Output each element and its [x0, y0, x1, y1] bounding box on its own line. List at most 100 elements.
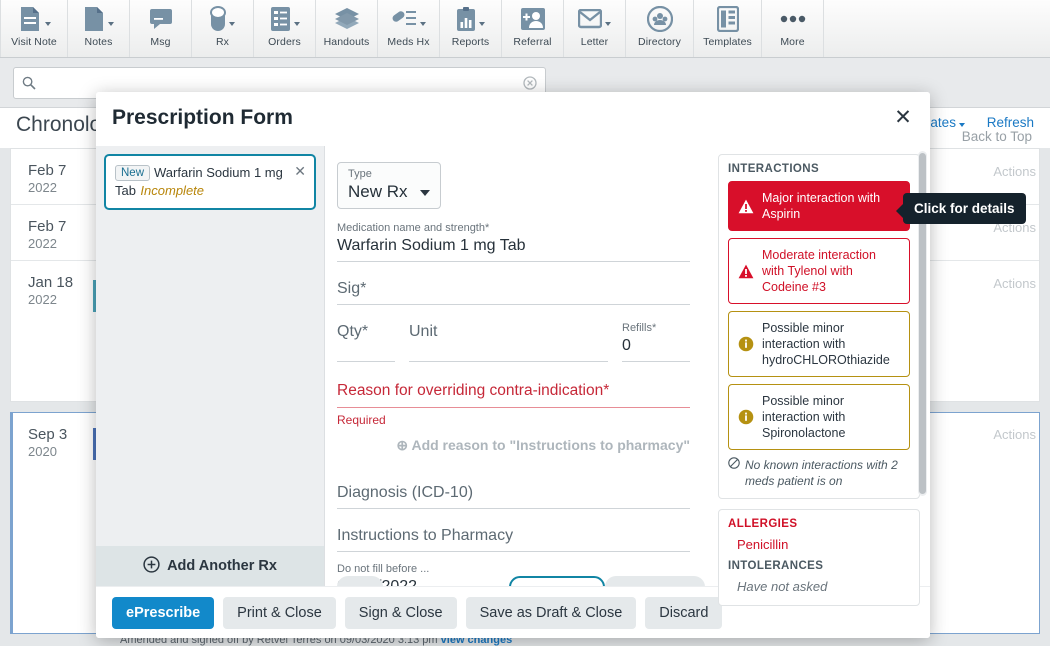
ellipsis-icon	[780, 5, 806, 33]
chevron-down-icon	[419, 190, 430, 196]
interaction-tooltip: Click for details	[896, 193, 1026, 224]
chrono-date-month: Feb 7	[28, 218, 67, 235]
interaction-text: Possible minor interaction with Spironol…	[762, 394, 846, 440]
toolbar-item-label: More	[780, 36, 805, 48]
toolbar-item-meds-hx[interactable]: Meds Hx	[378, 0, 440, 57]
unit-field[interactable]: Unit	[409, 321, 608, 362]
toolbar-item-directory[interactable]: Directory	[626, 0, 694, 57]
no-entry-icon	[728, 457, 740, 489]
chevron-down-icon	[108, 22, 114, 26]
interaction-item-minor-2[interactable]: Possible minor interaction with Spironol…	[728, 384, 910, 450]
type-select-value: New Rx	[348, 182, 408, 201]
instructions-field-label: Instructions to Pharmacy	[337, 527, 514, 544]
medication-field[interactable]: Medication name and strength* Warfarin S…	[337, 221, 690, 262]
chrono-date-year: 2022	[28, 180, 57, 195]
partial-button-left[interactable]	[337, 576, 383, 586]
interaction-item-major[interactable]: Major interaction with Aspirin	[728, 181, 910, 231]
toolbar-item-notes[interactable]: Notes	[68, 0, 130, 57]
interaction-item-minor-1[interactable]: Possible minor interaction with hydroCHL…	[728, 311, 910, 377]
pill-icon	[210, 5, 226, 33]
envelope-icon	[578, 5, 602, 33]
refresh-link[interactable]: Refresh	[987, 115, 1034, 130]
override-reason-error: Required	[337, 413, 386, 427]
chevron-down-icon	[605, 22, 611, 26]
chevron-down-icon	[958, 123, 965, 127]
toolbar-item-letter[interactable]: Letter	[564, 0, 626, 57]
discard-button[interactable]: Discard	[645, 596, 723, 629]
chrono-date-year: 2022	[28, 236, 57, 251]
toolbar-item-label: Letter	[580, 36, 609, 48]
unit-field-label: Unit	[409, 323, 438, 340]
qty-row: Qty* Unit Refills* 0	[337, 321, 690, 362]
remove-rx-icon[interactable]: ✕	[294, 163, 306, 180]
toolbar-item-handouts[interactable]: Handouts	[316, 0, 378, 57]
app-root: Visit Note Notes Msg Rx Orders Handouts Meds H…	[0, 0, 1050, 646]
rx-item-status: Incomplete	[140, 183, 205, 198]
template-grid-icon	[716, 5, 739, 33]
type-select[interactable]: Type New Rx	[337, 162, 441, 209]
partial-button-right[interactable]	[605, 576, 705, 586]
warning-triangle-icon	[738, 199, 754, 214]
partial-button-center[interactable]	[509, 576, 605, 586]
diagnosis-field[interactable]: Diagnosis (ICD-10)	[337, 482, 690, 509]
chrono-actions-3[interactable]: Actions	[993, 276, 1036, 291]
close-icon[interactable]: ✕	[890, 106, 916, 132]
person-add-icon	[520, 5, 546, 33]
allergies-intolerances-panel: ALLERGIES Penicillin INTOLERANCES Have n…	[718, 509, 920, 606]
override-reason-field[interactable]: Reason for overriding contra-indication*…	[337, 380, 690, 427]
chevron-down-icon	[229, 22, 235, 26]
diagnosis-field-label: Diagnosis (ICD-10)	[337, 484, 474, 501]
info-circle-icon	[738, 336, 754, 352]
sign-and-close-button[interactable]: Sign & Close	[344, 596, 457, 629]
list-clipboard-icon	[270, 5, 291, 33]
toolbar-item-rx[interactable]: Rx	[192, 0, 254, 57]
rx-form-column: Type New Rx Medication name and strength…	[325, 146, 710, 586]
toolbar-item-reports[interactable]: Reports	[440, 0, 502, 57]
info-circle-icon	[738, 409, 754, 425]
refills-field[interactable]: Refills* 0	[622, 321, 690, 362]
refills-field-value: 0	[622, 337, 631, 354]
plus-circle-icon	[143, 555, 160, 577]
rx-status-badge: New	[115, 165, 151, 181]
interactions-heading: INTERACTIONS	[728, 163, 820, 175]
eprescribe-button[interactable]: ePrescribe	[112, 596, 215, 629]
add-reason-link[interactable]: ⊕ Add reason to "Instructions to pharmac…	[337, 437, 690, 454]
chrono-date-2: Feb 7 2022	[28, 218, 66, 251]
chrono-date-month: Jan 18	[28, 274, 74, 291]
override-reason-label: Reason for overriding contra-indication*	[337, 380, 690, 408]
print-and-close-button[interactable]: Print & Close	[223, 596, 336, 629]
back-to-top-button[interactable]: Back to Top	[962, 129, 1032, 144]
toolbar-item-referral[interactable]: Referral	[502, 0, 564, 57]
no-known-interactions-text: No known interactions with 2 meds patien…	[745, 458, 898, 488]
toolbar-item-label: Notes	[84, 36, 113, 48]
modal-body: New Warfarin Sodium 1 mg Tab Incomplete ✕…	[96, 146, 930, 606]
chevron-down-icon	[293, 22, 300, 26]
rx-list-item[interactable]: New Warfarin Sodium 1 mg Tab Incomplete ✕	[104, 154, 316, 210]
chrono-date-month: Feb 7	[28, 162, 67, 179]
sig-field[interactable]: Sig*	[337, 278, 690, 305]
toolbar-item-label: Msg	[150, 36, 171, 48]
toolbar-item-label: Orders	[268, 36, 301, 48]
toolbar-item-msg[interactable]: Msg	[130, 0, 192, 57]
toolbar-item-templates[interactable]: Templates	[694, 0, 762, 57]
rx-list-panel: New Warfarin Sodium 1 mg Tab Incomplete ✕…	[96, 146, 325, 586]
instructions-field[interactable]: Instructions to Pharmacy	[337, 525, 690, 552]
toolbar-item-more[interactable]: More	[762, 0, 824, 57]
prescription-form-modal: Prescription Form ✕ New Warfarin Sodium 1…	[96, 92, 930, 638]
toolbar-item-orders[interactable]: Orders	[254, 0, 316, 57]
modal-header: Prescription Form ✕	[96, 92, 930, 146]
interaction-item-moderate[interactable]: Moderate interaction with Tylenol with C…	[728, 238, 910, 304]
chrono-actions-1[interactable]: Actions	[993, 164, 1036, 179]
intolerance-item: Have not asked	[737, 579, 828, 594]
add-another-rx-button[interactable]: Add Another Rx	[96, 546, 324, 586]
chrono-date-3: Jan 18 2022	[28, 274, 73, 307]
qty-field[interactable]: Qty*	[337, 321, 395, 362]
chrono-actions-4[interactable]: Actions	[993, 427, 1036, 442]
bar-chart-clipboard-icon	[456, 5, 476, 33]
toolbar-item-label: Templates	[703, 36, 752, 48]
interaction-text: Possible minor interaction with hydroCHL…	[762, 321, 890, 367]
document-icon	[18, 5, 42, 33]
toolbar-item-visit-note[interactable]: Visit Note	[0, 0, 68, 57]
no-known-interactions-note: No known interactions with 2 meds patien…	[728, 457, 910, 489]
save-as-draft-and-close-button[interactable]: Save as Draft & Close	[465, 596, 637, 629]
